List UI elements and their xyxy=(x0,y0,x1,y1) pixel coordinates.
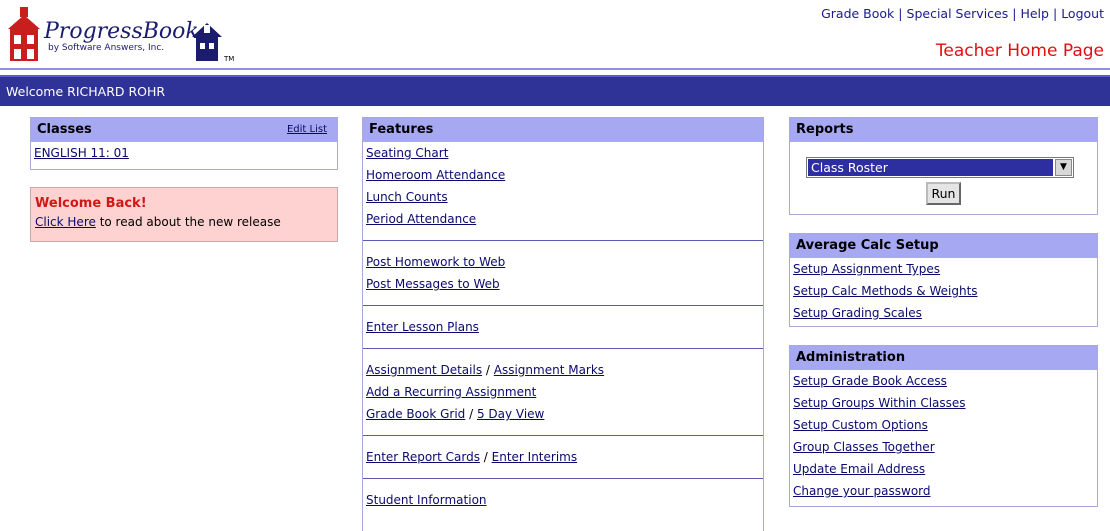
list-item: ENGLISH 11: 01 xyxy=(31,142,337,164)
group-classes-link[interactable]: Group Classes Together xyxy=(793,440,935,454)
average-calc-title: Average Calc Setup xyxy=(796,238,939,253)
list-item: Group Classes Together xyxy=(790,436,1097,458)
run-button[interactable]: Run xyxy=(926,182,961,205)
enter-lesson-plans-link[interactable]: Enter Lesson Plans xyxy=(366,320,479,334)
report-select[interactable]: Class Roster ▼ xyxy=(806,157,1074,178)
features-title: Features xyxy=(369,122,434,137)
update-email-link[interactable]: Update Email Address xyxy=(793,462,925,476)
setup-custom-options-link[interactable]: Setup Custom Options xyxy=(793,418,928,432)
add-recurring-assignment-link[interactable]: Add a Recurring Assignment xyxy=(366,385,536,399)
welcome-bar: Welcome RICHARD ROHR xyxy=(0,75,1110,106)
top-nav: Grade Book | Special Services | Help | Logout xyxy=(821,6,1104,21)
assignment-details-link[interactable]: Assignment Details xyxy=(366,363,482,377)
list-item: Seating Chart xyxy=(363,142,763,164)
report-select-value: Class Roster xyxy=(808,159,1053,176)
grade-book-grid-link[interactable]: Grade Book Grid xyxy=(366,407,465,421)
classes-header: Classes Edit List xyxy=(31,118,337,142)
administration-header: Administration xyxy=(790,346,1097,370)
header-divider xyxy=(0,68,1110,70)
setup-grading-scales-link[interactable]: Setup Grading Scales xyxy=(793,306,922,320)
divider xyxy=(363,348,763,349)
classes-title: Classes xyxy=(37,122,92,137)
special-services-link[interactable]: Special Services xyxy=(907,6,1009,21)
progressbook-logo: TM ProgressBook by Software Answers, Inc… xyxy=(8,5,238,63)
list-item: Post Homework to Web xyxy=(363,251,763,273)
student-information-link[interactable]: Student Information xyxy=(366,493,487,507)
enter-interims-link[interactable]: Enter Interims xyxy=(492,450,577,464)
list-item: Homeroom Attendance xyxy=(363,164,763,186)
click-here-link[interactable]: Click Here xyxy=(35,215,96,229)
divider xyxy=(363,305,763,306)
list-item: Enter Report Cards / Enter Interims xyxy=(366,450,578,464)
list-item: Setup Grading Scales xyxy=(790,302,1097,324)
reports-panel: Reports Class Roster ▼ Run xyxy=(789,117,1098,215)
edit-list-link[interactable]: Edit List xyxy=(287,118,327,142)
average-calc-panel: Average Calc Setup Setup Assignment Type… xyxy=(789,233,1098,327)
grade-book-link[interactable]: Grade Book xyxy=(821,6,894,21)
seating-chart-link[interactable]: Seating Chart xyxy=(366,146,448,160)
administration-title: Administration xyxy=(796,350,906,365)
post-messages-link[interactable]: Post Messages to Web xyxy=(366,277,500,291)
list-item: Post Messages to Web xyxy=(363,273,763,295)
page-title: Teacher Home Page xyxy=(935,41,1104,61)
five-day-view-link[interactable]: 5 Day View xyxy=(477,407,544,421)
class-link[interactable]: ENGLISH 11: 01 xyxy=(34,146,129,160)
logo-title: ProgressBook xyxy=(44,19,199,44)
list-item: Setup Grade Book Access xyxy=(790,370,1097,392)
setup-groups-link[interactable]: Setup Groups Within Classes xyxy=(793,396,966,410)
divider xyxy=(363,435,763,436)
list-item: Lunch Counts xyxy=(363,186,763,208)
help-link[interactable]: Help xyxy=(1020,6,1049,21)
list-item: Grade Book Grid / 5 Day View xyxy=(366,407,545,421)
average-calc-header: Average Calc Setup xyxy=(790,234,1097,258)
list-item: Period Attendance xyxy=(363,208,763,230)
list-item: Setup Groups Within Classes xyxy=(790,392,1097,414)
setup-grade-book-access-link[interactable]: Setup Grade Book Access xyxy=(793,374,947,388)
assignment-marks-link[interactable]: Assignment Marks xyxy=(494,363,604,377)
lunch-counts-link[interactable]: Lunch Counts xyxy=(366,190,448,204)
list-item: Setup Assignment Types xyxy=(790,258,1097,280)
list-item: Enter Lesson Plans xyxy=(363,316,763,338)
features-panel: Features Seating Chart Homeroom Attendan… xyxy=(362,117,764,531)
setup-assignment-types-link[interactable]: Setup Assignment Types xyxy=(793,262,940,276)
list-item: Update Email Address xyxy=(790,458,1097,480)
welcome-back-title: Welcome Back! xyxy=(35,196,147,211)
logo-subtitle: by Software Answers, Inc. xyxy=(48,43,165,53)
divider xyxy=(363,478,763,479)
chevron-down-icon[interactable]: ▼ xyxy=(1055,159,1072,176)
welcome-back-message: Click Here to read about the new release xyxy=(35,215,333,229)
welcome-back-text: to read about the new release xyxy=(95,215,281,229)
logout-link[interactable]: Logout xyxy=(1061,6,1104,21)
features-header: Features xyxy=(363,118,763,142)
enter-report-cards-link[interactable]: Enter Report Cards xyxy=(366,450,480,464)
list-item: Student Information xyxy=(363,489,763,511)
change-password-link[interactable]: Change your password xyxy=(793,484,931,498)
list-item: Change your password xyxy=(790,480,1097,502)
reports-header: Reports xyxy=(790,118,1097,142)
list-item: Add a Recurring Assignment xyxy=(363,381,763,403)
setup-calc-methods-link[interactable]: Setup Calc Methods & Weights xyxy=(793,284,978,298)
period-attendance-link[interactable]: Period Attendance xyxy=(366,212,476,226)
welcome-back-box: Welcome Back! Click Here to read about t… xyxy=(30,187,338,242)
list-item: Setup Custom Options xyxy=(790,414,1097,436)
homeroom-attendance-link[interactable]: Homeroom Attendance xyxy=(366,168,505,182)
list-item: Assignment Details / Assignment Marks xyxy=(366,363,605,377)
list-item: Setup Calc Methods & Weights xyxy=(790,280,1097,302)
administration-panel: Administration Setup Grade Book Access S… xyxy=(789,345,1098,507)
divider xyxy=(363,240,763,241)
post-homework-link[interactable]: Post Homework to Web xyxy=(366,255,505,269)
reports-title: Reports xyxy=(796,122,854,137)
svg-text:TM: TM xyxy=(223,55,234,63)
classes-panel: Classes Edit List ENGLISH 11: 01 xyxy=(30,117,338,170)
